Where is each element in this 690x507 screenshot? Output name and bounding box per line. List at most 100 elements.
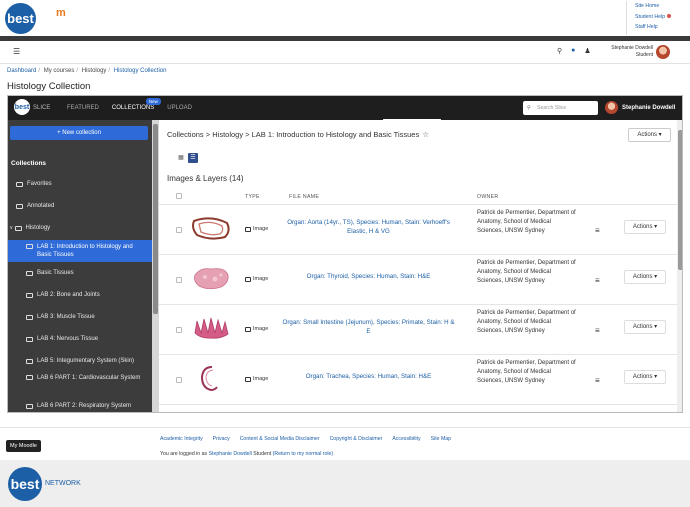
sidebar-item-lab2[interactable]: LAB 2: Bone and Joints [8, 289, 152, 301]
sidebar-item-lab3[interactable]: LAB 3: Muscle Tissue [8, 311, 152, 323]
user-avatar[interactable] [656, 45, 670, 59]
list-view-icon[interactable]: ☰ [188, 153, 198, 163]
row-file-name[interactable]: Organ: Small Intestine (Jejunum), Specie… [281, 318, 456, 336]
footer: My Moodle Academic Integrity Privacy Con… [0, 427, 690, 460]
hamburger-menu-icon[interactable]: ≡ [595, 276, 600, 285]
folder-icon [16, 203, 23, 209]
row-actions-button[interactable]: Actions ▾ [624, 370, 666, 384]
sidebar-item-annotated[interactable]: Annotated [8, 200, 152, 212]
row-actions-button[interactable]: Actions ▾ [624, 320, 666, 334]
grid-view-icon[interactable]: ▦ [176, 153, 186, 163]
table-row[interactable]: Image Organ: Aorta (14yr., TS), Species:… [159, 204, 677, 254]
table-row[interactable]: Image Organ: Small Intestine (Jejunum), … [159, 304, 677, 354]
footer-link-site-map[interactable]: Site Map [431, 436, 451, 442]
row-file-name[interactable]: Organ: Thyroid, Species: Human, Stain: H… [281, 272, 456, 281]
footer-link-academic-integrity[interactable]: Academic Integrity [160, 436, 203, 442]
column-owner[interactable]: OWNER [477, 194, 498, 200]
row-owner: Patrick de Permentier, Department of Ana… [477, 360, 576, 384]
column-file-name[interactable]: FILE NAME [289, 194, 319, 200]
row-checkbox[interactable] [176, 277, 182, 283]
row-type: Image [245, 276, 268, 282]
slice-user-name[interactable]: Stephanie Dowdell [622, 105, 675, 111]
hamburger-menu-icon[interactable]: ≡ [595, 376, 600, 385]
sidebar-scrollbar[interactable] [152, 120, 159, 412]
slide-thumbnail[interactable] [191, 363, 231, 393]
sidebar-item-lab4[interactable]: LAB 4: Nervous Tissue [8, 333, 152, 345]
login-info: You are logged in as Stephanie Dowdell S… [160, 451, 334, 457]
table-row[interactable]: Image Organ: Thyroid, Species: Human, St… [159, 254, 677, 304]
folder-icon [26, 270, 33, 276]
site-links: Site Home Student Help Staff Help [626, 1, 686, 35]
slice-user-avatar[interactable] [605, 101, 618, 114]
my-moodle-button[interactable]: My Moodle [6, 440, 41, 452]
collection-breadcrumb: Collections > Histology > LAB 1: Introdu… [167, 130, 429, 139]
page-title: Histology Collection [7, 81, 91, 92]
table-row-partial [159, 404, 677, 412]
hamburger-menu-icon[interactable]: ≡ [595, 326, 600, 335]
row-file-name[interactable]: Organ: Aorta (14yr., TS), Species: Human… [281, 218, 456, 236]
slice-logo[interactable]: best [14, 99, 30, 115]
slide-thumbnail[interactable] [191, 213, 231, 243]
main-scroll-thumb[interactable] [678, 130, 682, 270]
row-checkbox[interactable] [176, 227, 182, 233]
folder-icon [16, 181, 23, 187]
chevron-down-icon[interactable]: v [10, 224, 13, 232]
folder-icon [26, 244, 33, 249]
sidebar-item-favorites[interactable]: Favorites [8, 178, 152, 190]
collection-actions-button[interactable]: Actions ▾ [628, 128, 671, 142]
folder-icon [26, 403, 33, 409]
site-home-link[interactable]: Site Home [635, 1, 686, 12]
select-all-checkbox[interactable] [176, 193, 182, 199]
images-layers-heading: Images & Layers (14) [167, 174, 244, 183]
sidebar-item-lab6-part2[interactable]: LAB 6 PART 2: Respiratory System [8, 400, 152, 412]
breadcrumb-histology-collection[interactable]: Histology Collection [114, 68, 167, 74]
sidebar-item-lab1[interactable]: LAB 1: Introduction to Histology and Bas… [8, 240, 152, 262]
best-logo[interactable]: best [5, 3, 36, 34]
student-help-link[interactable]: Student Help [635, 12, 686, 23]
staff-help-link[interactable]: Staff Help [635, 22, 686, 33]
main-scrollbar[interactable] [677, 120, 682, 412]
table-row[interactable]: Image Organ: Trachea, Species: Human, St… [159, 354, 677, 404]
slide-thumbnail[interactable] [191, 313, 231, 343]
sidebar-item-histology[interactable]: v Histology [8, 222, 152, 234]
breadcrumb-histology[interactable]: Histology [82, 68, 107, 74]
sidebar-item-lab5[interactable]: LAB 5: Integumentary System (Skin) [8, 355, 152, 367]
moodle-logo-icon[interactable]: m [56, 7, 66, 19]
drawer-toggle-icon[interactable]: ☰ [13, 47, 20, 56]
row-actions-button[interactable]: Actions ▾ [624, 270, 666, 284]
row-checkbox[interactable] [176, 377, 182, 383]
login-user-link[interactable]: Stephanie Dowdell [209, 451, 252, 457]
hamburger-menu-icon[interactable]: ≡ [595, 226, 600, 235]
search-icon[interactable]: ⚲ [557, 47, 562, 55]
row-checkbox[interactable] [176, 327, 182, 333]
slice-search-input[interactable]: ⚲ Search Slice [523, 101, 598, 115]
navbar-user[interactable]: Stephanie Dowdell Student [611, 45, 653, 59]
best-network-logo[interactable]: best [8, 467, 42, 501]
sidebar-scroll-thumb[interactable] [153, 124, 158, 314]
new-collection-button[interactable]: + New collection [10, 126, 148, 140]
slice-app: best SLICE FEATURED COLLECTIONS New UPLOA… [7, 95, 683, 413]
footer-link-disclaimer[interactable]: Content & Social Media Disclaimer [240, 436, 320, 442]
footer-link-privacy[interactable]: Privacy [213, 436, 230, 442]
tab-upload[interactable]: UPLOAD [167, 105, 192, 111]
notifications-icon[interactable]: ♟ [584, 47, 590, 55]
star-icon[interactable]: ☆ [422, 130, 429, 139]
messages-icon[interactable]: ● [571, 47, 575, 55]
row-owner: Patrick de Permentier, Department of Ana… [477, 310, 576, 334]
column-type[interactable]: TYPE [245, 194, 260, 200]
tab-collections[interactable]: COLLECTIONS New [112, 98, 161, 111]
return-role-link[interactable]: (Return to my normal role) [273, 451, 334, 457]
breadcrumb-dashboard[interactable]: Dashboard [7, 68, 36, 74]
sidebar-item-basic-tissues[interactable]: Basic Tissues [8, 267, 152, 279]
slide-thumbnail[interactable] [191, 263, 231, 293]
breadcrumb-my-courses[interactable]: My courses [44, 68, 75, 74]
footer-link-accessibility[interactable]: Accessibility [392, 436, 420, 442]
folder-icon [26, 375, 33, 380]
sidebar-item-lab6-part1[interactable]: LAB 6 PART 1: Cardiovascular System [8, 374, 152, 392]
row-owner: Patrick de Permentier, Department of Ana… [477, 260, 576, 284]
navbar-user-name: Stephanie Dowdell [611, 45, 653, 51]
row-file-name[interactable]: Organ: Trachea, Species: Human, Stain: H… [281, 372, 456, 381]
tab-featured[interactable]: FEATURED [67, 105, 99, 111]
footer-link-copyright[interactable]: Copyright & Disclaimer [330, 436, 383, 442]
row-actions-button[interactable]: Actions ▾ [624, 220, 666, 234]
